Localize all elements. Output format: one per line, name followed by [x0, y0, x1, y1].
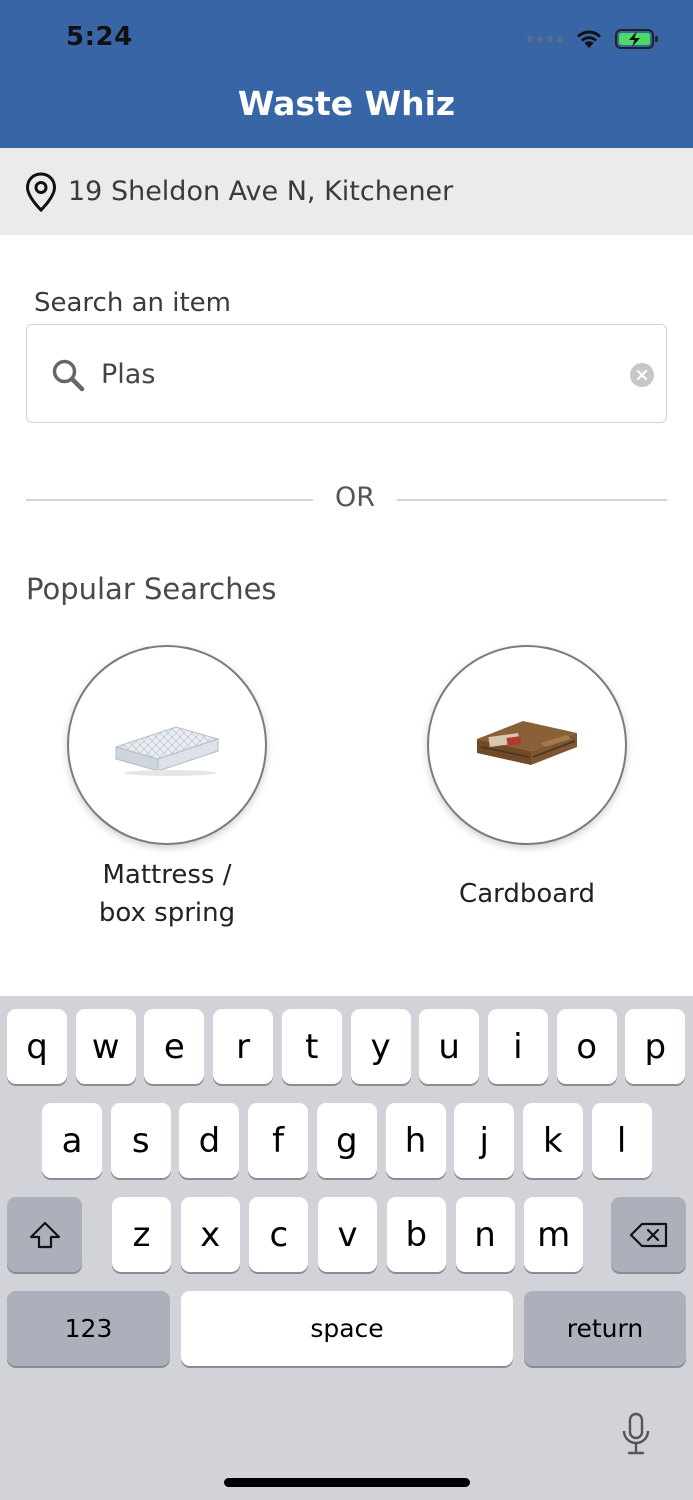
mattress-label-line1: Mattress / [102, 860, 232, 890]
search-label: Search an item [34, 288, 232, 318]
search-field[interactable] [26, 324, 667, 423]
popular-item-cardboard[interactable] [427, 645, 627, 845]
app-header: 5:24 Waste Whiz [0, 0, 693, 148]
key-p[interactable]: p [625, 1009, 686, 1084]
popular-searches-title: Popular Searches [26, 572, 277, 606]
key-j[interactable]: j [454, 1103, 515, 1178]
battery-charging-icon [615, 29, 658, 49]
key-i[interactable]: i [487, 1009, 548, 1084]
key-h[interactable]: h [385, 1103, 446, 1178]
key-f[interactable]: f [248, 1103, 309, 1178]
wifi-icon [577, 30, 601, 48]
popular-item-cardboard-label: Cardboard [459, 879, 595, 909]
divider-line-left [26, 499, 313, 501]
key-u[interactable]: u [419, 1009, 480, 1084]
backspace-icon [629, 1222, 667, 1247]
shift-key[interactable] [7, 1197, 82, 1272]
clear-icon[interactable] [630, 363, 654, 387]
search-input[interactable] [101, 351, 621, 397]
key-d[interactable]: d [179, 1103, 240, 1178]
popular-item-mattress[interactable] [67, 645, 267, 845]
key-c[interactable]: c [249, 1197, 309, 1272]
popular-item-mattress-label: Mattress / box spring [37, 856, 297, 932]
key-z[interactable]: z [112, 1197, 171, 1272]
address-text: 19 Sheldon Ave N, Kitchener [68, 176, 454, 207]
key-g[interactable]: g [316, 1103, 377, 1178]
location-bar[interactable]: 19 Sheldon Ave N, Kitchener [0, 148, 693, 235]
key-s[interactable]: s [110, 1103, 171, 1178]
key-a[interactable]: a [42, 1103, 102, 1178]
on-screen-keyboard: qwertyuiop asdfghjkl zxcvbnm 123 space r… [0, 996, 693, 1500]
mattress-image [114, 726, 220, 776]
app-title: Waste Whiz [237, 84, 456, 123]
key-x[interactable]: x [180, 1197, 240, 1272]
key-m[interactable]: m [524, 1197, 584, 1272]
microphone-icon[interactable] [620, 1412, 652, 1458]
cellular-signal-icon [527, 36, 563, 42]
key-n[interactable]: n [455, 1197, 515, 1272]
shift-icon [29, 1221, 60, 1248]
numbers-key[interactable]: 123 [7, 1291, 170, 1366]
key-e[interactable]: e [144, 1009, 205, 1084]
key-b[interactable]: b [386, 1197, 446, 1272]
key-w[interactable]: w [75, 1009, 136, 1084]
status-time: 5:24 [66, 22, 133, 52]
cardboard-image [477, 721, 577, 765]
key-o[interactable]: o [556, 1009, 617, 1084]
mattress-label-line2: box spring [98, 898, 236, 928]
location-pin-icon [25, 171, 57, 212]
search-icon [52, 359, 85, 392]
home-indicator[interactable] [224, 1478, 470, 1487]
key-r[interactable]: r [213, 1009, 274, 1084]
space-key[interactable]: space [181, 1291, 513, 1366]
status-icons [527, 26, 659, 52]
key-t[interactable]: t [281, 1009, 342, 1084]
return-key[interactable]: return [524, 1291, 686, 1366]
divider-text: OR [334, 482, 375, 513]
key-l[interactable]: l [591, 1103, 652, 1178]
delete-key[interactable] [611, 1197, 686, 1272]
key-y[interactable]: y [350, 1009, 411, 1084]
key-v[interactable]: v [318, 1197, 378, 1272]
key-q[interactable]: q [7, 1009, 67, 1084]
divider-line-right [397, 499, 667, 501]
key-k[interactable]: k [522, 1103, 583, 1178]
